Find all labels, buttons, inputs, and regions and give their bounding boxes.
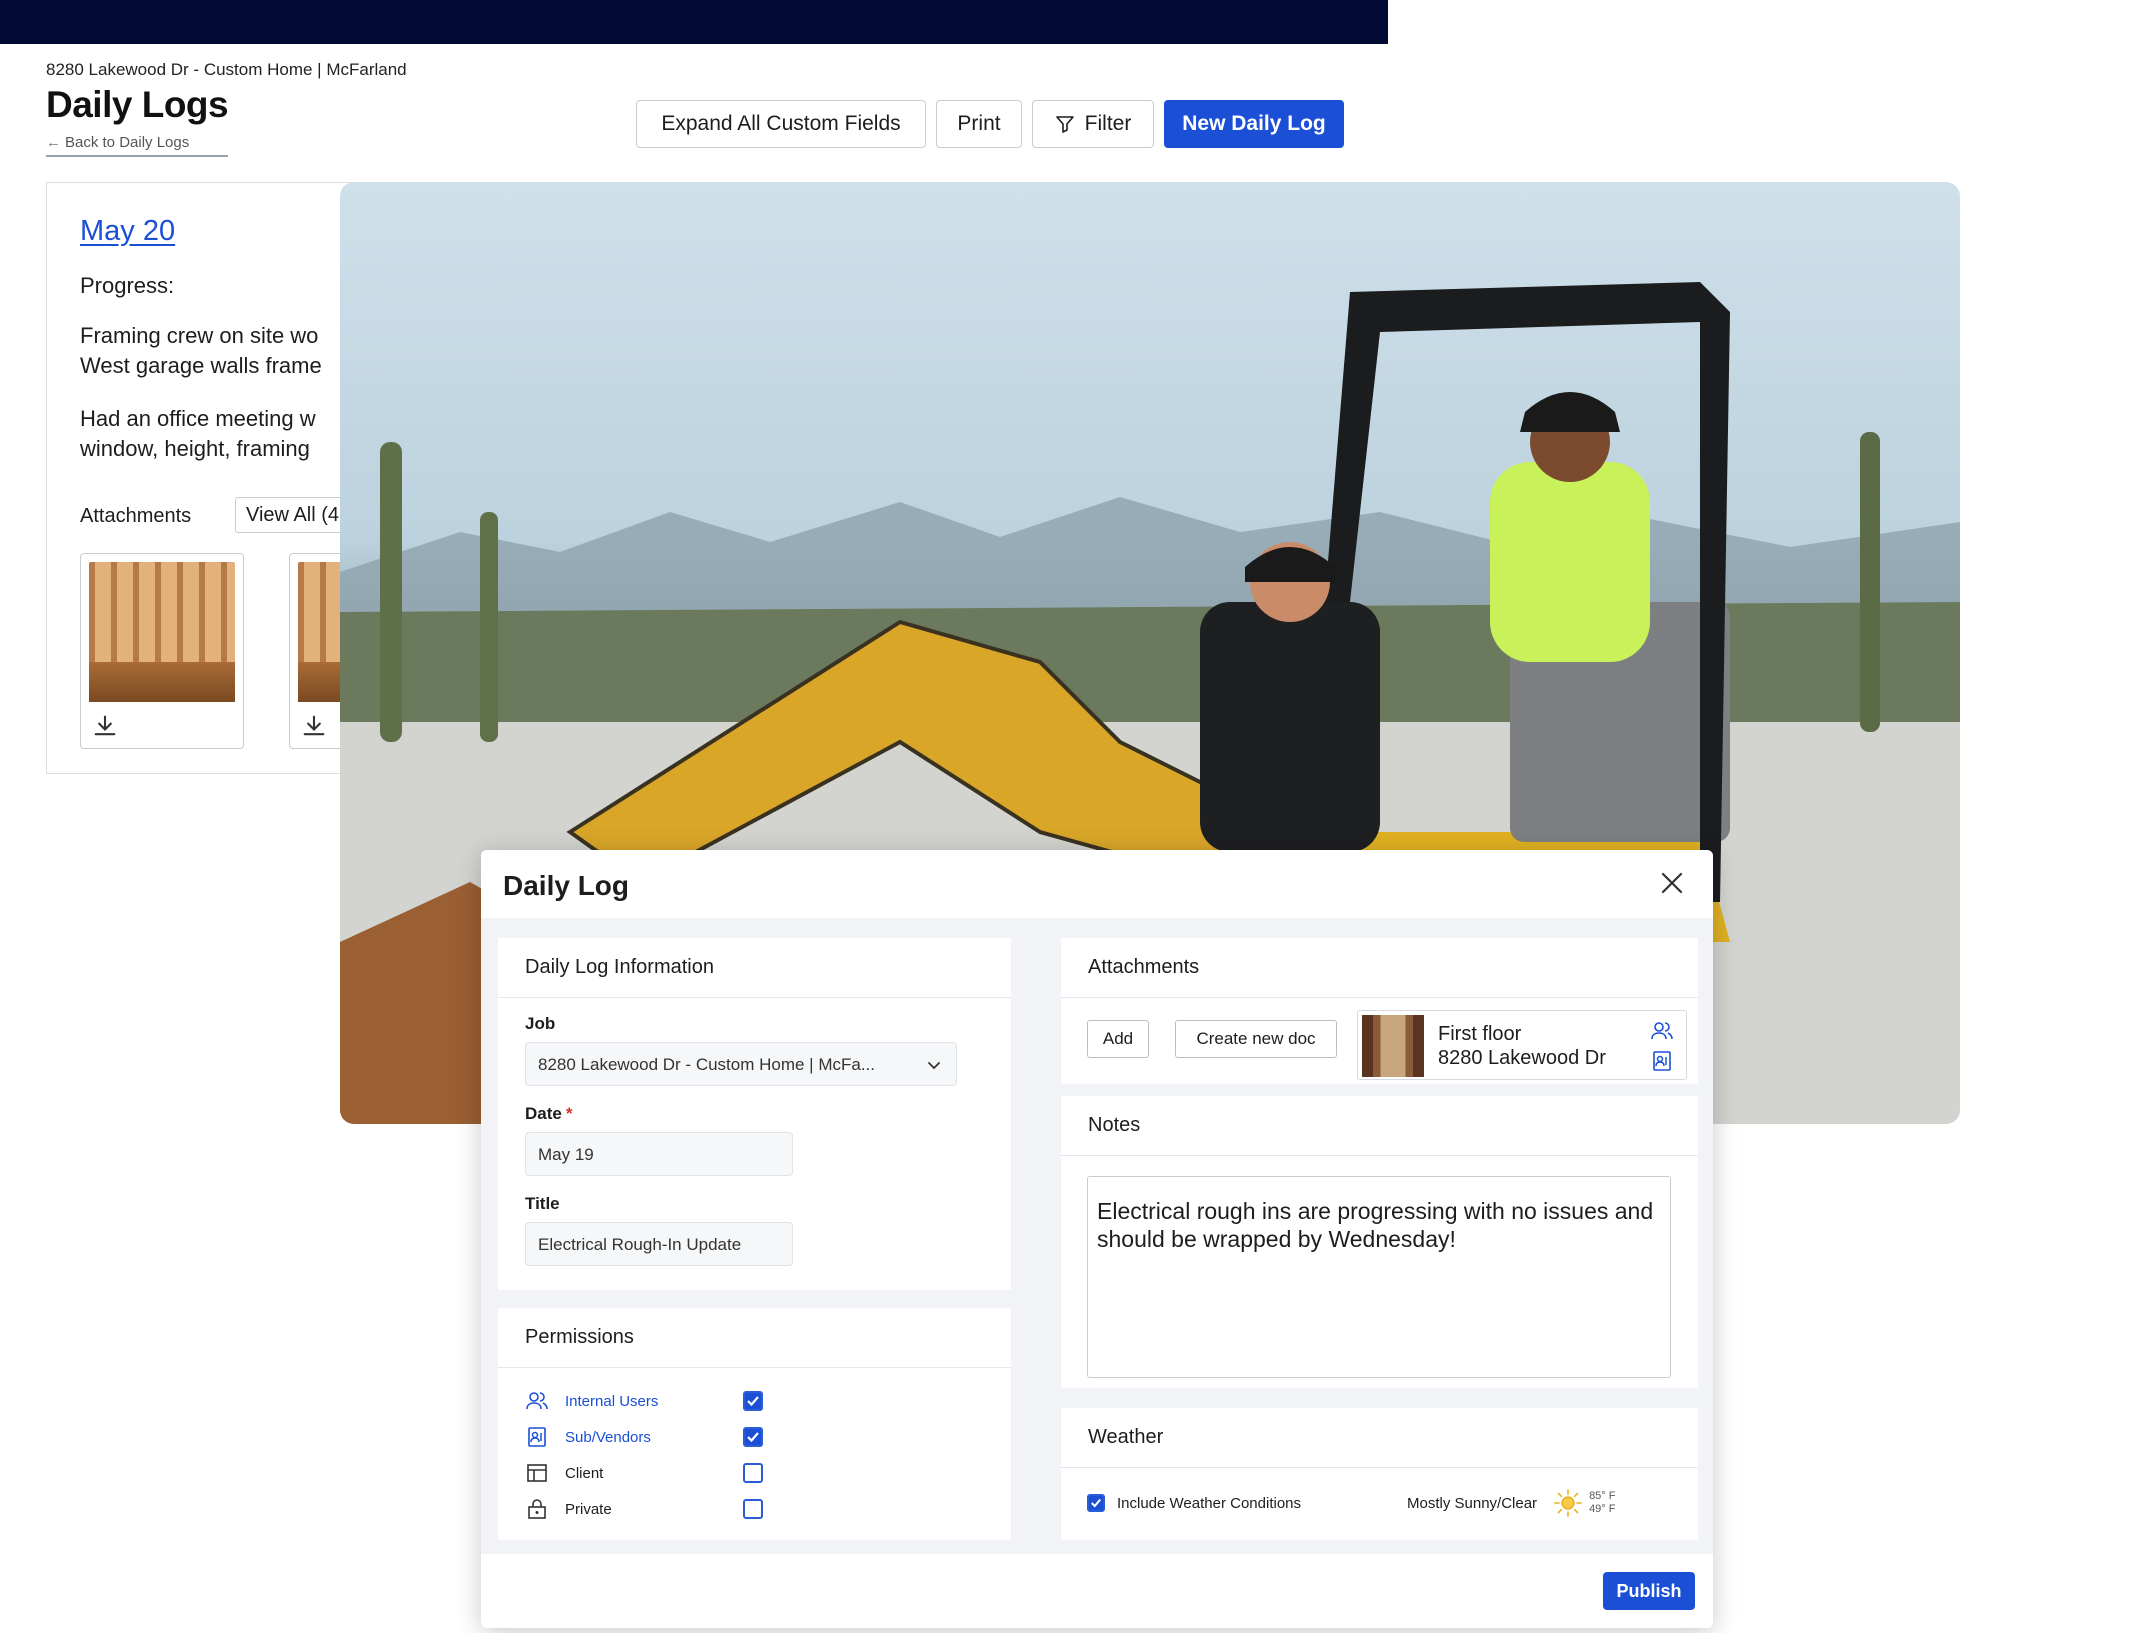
paragraph-line: Framing crew on site wo	[80, 323, 319, 348]
filter-icon	[1055, 116, 1074, 133]
notes-panel: Notes Electrical rough ins are progressi…	[1061, 1096, 1698, 1388]
contact-card-icon	[1653, 1051, 1671, 1071]
layout-icon	[527, 1464, 547, 1482]
add-attachment-button[interactable]: Add	[1087, 1020, 1149, 1058]
progress-paragraph-1: Framing crew on site wo West garage wall…	[80, 321, 322, 381]
framing-photo	[89, 562, 235, 702]
permission-client[interactable]: Client	[525, 1458, 985, 1488]
permission-label: Sub/Vendors	[565, 1428, 651, 1446]
panel-heading: Notes	[1061, 1096, 1698, 1156]
job-select[interactable]: 8280 Lakewood Dr - Custom Home | McFa...	[525, 1042, 957, 1086]
users-icon	[1651, 1022, 1673, 1040]
filter-label: Filter	[1084, 112, 1132, 135]
check-icon	[747, 1432, 759, 1443]
attachment-file-name: First floor	[1438, 1023, 1522, 1045]
title-input[interactable]: Electrical Rough-In Update	[525, 1222, 793, 1266]
weather-panel: Weather Include Weather Conditions Mostl…	[1061, 1408, 1698, 1540]
paragraph-line: West garage walls frame	[80, 353, 322, 378]
sub-vendors-checkbox[interactable]	[743, 1427, 763, 1447]
users-icon	[526, 1392, 548, 1410]
client-checkbox[interactable]	[743, 1463, 763, 1483]
daily-log-modal: Daily Log Daily Log Information Job 8280…	[481, 850, 1713, 1628]
weather-conditions-row: Include Weather Conditions Mostly Sunny/…	[1087, 1488, 1667, 1518]
required-marker: *	[565, 1104, 573, 1123]
include-weather-checkbox[interactable]	[1087, 1494, 1105, 1512]
job-label: Job	[525, 1014, 556, 1033]
attachment-thumbnail	[1362, 1015, 1424, 1077]
panel-heading: Attachments	[1061, 938, 1698, 998]
permission-label: Private	[565, 1500, 612, 1518]
new-daily-log-label: New Daily Log	[1182, 112, 1326, 135]
modal-title: Daily Log	[503, 870, 630, 901]
date-input[interactable]: May 19	[525, 1132, 793, 1176]
download-icon[interactable]	[91, 712, 119, 740]
include-weather-label: Include Weather Conditions	[1117, 1494, 1301, 1512]
check-icon	[747, 1396, 759, 1407]
download-icon[interactable]	[300, 712, 328, 740]
expand-custom-fields-button[interactable]: Expand All Custom Fields	[636, 100, 926, 148]
new-daily-log-button[interactable]: New Daily Log	[1164, 100, 1344, 148]
notes-textarea[interactable]: Electrical rough ins are progressing wit…	[1087, 1176, 1671, 1378]
attachment-file-job: 8280 Lakewood Dr	[1438, 1047, 1606, 1069]
modal-header: Daily Log	[481, 850, 1713, 918]
progress-label: Progress:	[80, 273, 175, 298]
panel-heading: Weather	[1061, 1408, 1698, 1468]
print-label: Print	[957, 112, 1001, 135]
progress-paragraph-2: Had an office meeting w window, height, …	[80, 404, 316, 464]
panel-heading: Permissions	[498, 1308, 1011, 1368]
chevron-down-icon	[928, 1062, 940, 1070]
create-new-doc-button[interactable]: Create new doc	[1175, 1020, 1337, 1058]
close-icon[interactable]	[1657, 868, 1687, 898]
job-select-value: 8280 Lakewood Dr - Custom Home | McFa...	[538, 1055, 875, 1074]
private-checkbox[interactable]	[743, 1499, 763, 1519]
attachments-label: Attachments	[80, 505, 192, 527]
lock-icon	[528, 1499, 546, 1519]
permission-label: Client	[565, 1464, 604, 1482]
modal-footer: Publish	[481, 1554, 1713, 1628]
breadcrumb: 8280 Lakewood Dr - Custom Home | McFarla…	[46, 60, 407, 79]
date-label-text: Date	[525, 1104, 562, 1123]
paragraph-line: window, height, framing	[80, 436, 310, 461]
internal-users-checkbox[interactable]	[743, 1391, 763, 1411]
back-to-daily-logs-link[interactable]: ← Back to Daily Logs	[46, 134, 228, 157]
paragraph-line: Had an office meeting w	[80, 406, 316, 431]
contact-card-icon	[528, 1427, 546, 1447]
log-date-link[interactable]: May 20	[80, 215, 175, 248]
panel-heading: Daily Log Information	[498, 938, 1011, 998]
permission-internal-users[interactable]: Internal Users	[525, 1386, 985, 1416]
sun-icon	[1554, 1489, 1582, 1517]
permission-sub-vendors[interactable]: Sub/Vendors	[525, 1422, 985, 1452]
check-icon	[1090, 1498, 1102, 1508]
attachment-thumbnail[interactable]	[80, 553, 244, 749]
attachment-file-card[interactable]: First floor 8280 Lakewood Dr	[1357, 1010, 1687, 1080]
permission-label: Internal Users	[565, 1392, 659, 1410]
publish-button[interactable]: Publish	[1603, 1572, 1695, 1610]
print-button[interactable]: Print	[936, 100, 1022, 148]
permission-private[interactable]: Private	[525, 1494, 985, 1524]
expand-label: Expand All Custom Fields	[661, 112, 901, 135]
daily-log-information-panel: Daily Log Information Job 8280 Lakewood …	[498, 938, 1011, 1290]
permissions-panel: Permissions Internal Users Sub/Vendors C…	[498, 1308, 1011, 1540]
title-label: Title	[525, 1194, 560, 1213]
temperature-high: 85° F	[1589, 1490, 1616, 1502]
date-label: Date *	[525, 1104, 572, 1124]
back-link-label: Back to Daily Logs	[65, 134, 190, 151]
page-title: Daily Logs	[46, 84, 229, 125]
filter-button[interactable]: Filter	[1032, 100, 1154, 148]
attachments-panel: Attachments Add Create new doc First flo…	[1061, 938, 1698, 1084]
temperature-low: 49° F	[1589, 1503, 1616, 1515]
arrow-left-icon: ←	[46, 134, 61, 151]
weather-temperatures: 85° F 49° F	[1589, 1490, 1615, 1516]
weather-condition: Mostly Sunny/Clear	[1407, 1494, 1538, 1512]
top-nav-bar	[0, 0, 1388, 44]
